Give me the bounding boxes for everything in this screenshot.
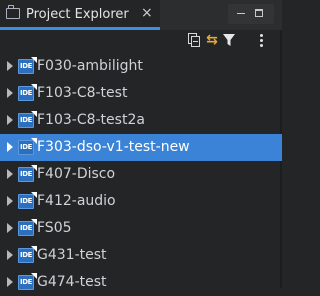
ide-badge-text: IDE (20, 62, 32, 70)
ide-project-icon: IDE (18, 167, 34, 182)
ide-project-icon: IDE (18, 221, 34, 236)
minimize-icon[interactable] (237, 13, 245, 14)
ide-badge-text: IDE (20, 251, 32, 259)
collapse-all-icon[interactable] (186, 32, 202, 48)
expand-arrow-icon[interactable] (7, 196, 13, 206)
tree-item[interactable]: IDE F407-Disco (0, 161, 282, 188)
tree-item[interactable]: IDE F303-dso-v1-test-new (0, 134, 282, 161)
tree-item[interactable]: IDE G431-test (0, 242, 282, 269)
expand-arrow-icon[interactable] (7, 277, 13, 287)
tree-item-label: F412-audio (37, 193, 116, 209)
ide-project-icon: IDE (18, 248, 34, 263)
tree-item-label: F303-dso-v1-test-new (37, 139, 190, 155)
view-toolbar: ⇆ (186, 32, 282, 50)
project-tree: IDE F030-ambilight IDE F103-C8-test IDE F103-… (0, 53, 282, 296)
tree-item[interactable]: IDE FS05 (0, 215, 282, 242)
ide-badge-text: IDE (20, 89, 32, 97)
expand-arrow-icon[interactable] (7, 223, 13, 233)
expand-arrow-icon[interactable] (7, 142, 13, 152)
ide-project-icon: IDE (18, 194, 34, 209)
tree-item-label: F407-Disco (37, 166, 116, 182)
tab-title: Project Explorer (26, 7, 129, 22)
tree-item[interactable]: IDE F412-audio (0, 188, 282, 215)
more-options-icon[interactable] (258, 32, 264, 48)
close-icon[interactable]: × (141, 5, 153, 21)
tree-item[interactable]: IDE F103-C8-test2a (0, 107, 282, 134)
ide-project-icon: IDE (18, 86, 34, 101)
ide-badge-text: IDE (20, 143, 32, 151)
expand-arrow-icon[interactable] (7, 61, 13, 71)
tree-item-label: F030-ambilight (37, 58, 143, 74)
ide-project-icon: IDE (18, 59, 34, 74)
maximize-icon[interactable] (255, 9, 263, 17)
ide-project-icon: IDE (18, 140, 34, 155)
expand-arrow-icon[interactable] (7, 169, 13, 179)
tree-item-label: FS05 (37, 220, 72, 236)
expand-arrow-icon[interactable] (7, 250, 13, 260)
ide-project-icon: IDE (18, 113, 34, 128)
ide-badge-text: IDE (20, 278, 32, 286)
expand-arrow-icon[interactable] (7, 88, 13, 98)
folder-icon (6, 5, 20, 19)
expand-arrow-icon[interactable] (7, 115, 13, 125)
ide-badge-text: IDE (20, 197, 32, 205)
view-window-controls (228, 4, 274, 24)
filter-icon[interactable] (221, 32, 237, 48)
tree-item-label: F103-C8-test (37, 85, 128, 101)
tree-item-label: F103-C8-test2a (37, 112, 145, 128)
ide-badge-text: IDE (20, 224, 32, 232)
tree-item[interactable]: IDE F103-C8-test (0, 80, 282, 107)
view-tab-bar: Project Explorer × (0, 0, 282, 30)
tree-item-label: G431-test (37, 247, 107, 263)
ide-badge-text: IDE (20, 170, 32, 178)
ide-badge-text: IDE (20, 116, 32, 124)
tree-item[interactable]: IDE F030-ambilight (0, 53, 282, 80)
project-explorer-tab[interactable]: Project Explorer × (0, 0, 160, 30)
tree-item[interactable]: IDE G474-test (0, 269, 282, 296)
link-with-editor-icon[interactable]: ⇆ (204, 32, 220, 48)
